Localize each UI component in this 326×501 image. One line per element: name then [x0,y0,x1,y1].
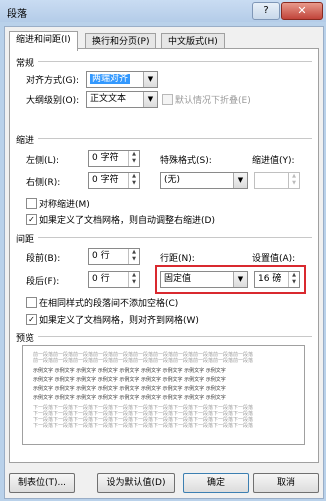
indent-by-label: 缩进值(Y): [252,156,295,166]
help-button[interactable]: ? [252,2,280,20]
tab-panel: 常规 对齐方式(G): 两端对齐 ▼ 大纲级别(O): 正文文本 ▼ 默认情况下… [9,48,319,463]
spinner-arrows-icon[interactable]: ▲ ▼ [128,151,139,166]
spinner-arrows-icon[interactable]: ▲ ▼ [128,249,139,264]
collapse-checkbox[interactable] [162,94,173,105]
auto-adjust-label: 如果定义了文档网格，则自动调整右缩进(D) [39,216,215,226]
indent-heading: 缩进 [16,136,35,146]
space-before-label: 段前(B): [26,254,61,264]
alignment-label: 对齐方式(G): [26,76,80,86]
left-indent-spinner[interactable]: 0 字符 ▲ ▼ [88,150,140,167]
title-bar: 段落 ? ✕ [0,0,326,22]
tabs-button[interactable]: 制表位(T)... [9,473,75,493]
indent-separator [38,138,312,139]
general-separator [38,61,312,62]
space-after-spinner[interactable]: 0 行 ▲ ▼ [88,271,140,288]
spinner-arrows-icon[interactable]: ▲ ▼ [128,272,139,287]
spacing-separator [38,237,312,238]
ok-button[interactable]: 确定 [183,473,249,493]
outline-level-value: 正文文本 [90,94,127,104]
cancel-button[interactable]: 取消 [253,473,319,493]
indent-by-spinner[interactable]: ▲ ▼ [254,172,300,189]
right-indent-label: 右侧(R): [26,178,61,188]
dialog-title: 段落 [7,9,27,20]
snap-to-grid-label: 如果定义了文档网格，则对齐到网格(W) [39,316,199,326]
chevron-down-icon: ▼ [233,173,247,188]
spinner-arrows-icon[interactable]: ▲ ▼ [128,173,139,188]
chevron-down-icon: ▼ [143,92,157,107]
paragraph-dialog: 段落 ? ✕ 缩进和间距(I) 换行和分页(P) 中文版式(H) 常规 对齐方式… [0,0,326,501]
preview-sample-text: 示例文字 示例文字 示例文字 示例文字 示例文字 示例文字 示例文字 示例文字 … [33,377,226,383]
preview-separator [38,336,312,337]
spacing-at-label: 设置值(A): [252,254,296,264]
general-heading: 常规 [16,59,35,69]
space-after-value: 0 行 [92,274,110,284]
preview-previous-paragraph: 前一段落前一段落前一段落前一段落前一段落前一段落前一段落前一段落前一段落前一段落… [33,358,254,364]
special-indent-dropdown[interactable]: (无) ▼ [160,172,248,189]
right-indent-value: 0 字符 [92,175,119,185]
preview-heading: 预览 [16,334,35,344]
chevron-down-icon: ▼ [143,72,157,87]
outline-level-label: 大纲级别(O): [26,96,80,106]
preview-sample-text: 示例文字 示例文字 示例文字 示例文字 示例文字 示例文字 示例文字 示例文字 … [33,368,226,374]
dialog-client: 缩进和间距(I) 换行和分页(P) 中文版式(H) 常规 对齐方式(G): 两端… [4,26,324,499]
space-before-spinner[interactable]: 0 行 ▲ ▼ [88,248,140,265]
no-space-same-style-label: 在相同样式的段落间不添加空格(C) [39,299,179,309]
left-indent-label: 左侧(L): [26,156,60,166]
right-indent-spinner[interactable]: 0 字符 ▲ ▼ [88,172,140,189]
close-button[interactable]: ✕ [281,2,323,20]
alignment-value: 两端对齐 [90,74,131,84]
preview-next-paragraph: 下一段落下一段落下一段落下一段落下一段落下一段落下一段落下一段落下一段落下一段落… [33,423,254,429]
alignment-dropdown[interactable]: 两端对齐 ▼ [86,71,158,88]
line-spacing-label: 行距(N): [160,254,195,264]
space-after-label: 段后(F): [26,277,60,287]
outline-level-dropdown[interactable]: 正文文本 ▼ [86,91,158,108]
preview-sample-text: 示例文字 示例文字 示例文字 示例文字 示例文字 示例文字 示例文字 示例文字 … [33,386,226,392]
set-default-button[interactable]: 设为默认值(D) [97,473,175,493]
snap-to-grid-checkbox[interactable]: ✓ [26,314,37,325]
mirror-indents-label: 对称缩进(M) [39,200,90,210]
collapse-label: 默认情况下折叠(E) [175,96,251,106]
spacing-heading: 间距 [16,235,35,245]
preview-box: 前一段落前一段落前一段落前一段落前一段落前一段落前一段落前一段落前一段落前一段落… [22,345,305,445]
no-space-same-style-checkbox[interactable] [26,297,37,308]
special-indent-label: 特殊格式(S): [160,156,212,166]
tab-indents-spacing[interactable]: 缩进和间距(I) [9,31,78,51]
preview-sample-text: 示例文字 示例文字 示例文字 示例文字 示例文字 示例文字 示例文字 示例文字 … [33,395,226,401]
special-indent-value: (无) [164,175,181,185]
spinner-arrows-icon[interactable]: ▲ ▼ [288,173,299,188]
left-indent-value: 0 字符 [92,153,119,163]
space-before-value: 0 行 [92,251,110,261]
red-highlight-box [155,265,306,294]
auto-adjust-checkbox[interactable]: ✓ [26,214,37,225]
mirror-indents-checkbox[interactable] [26,198,37,209]
